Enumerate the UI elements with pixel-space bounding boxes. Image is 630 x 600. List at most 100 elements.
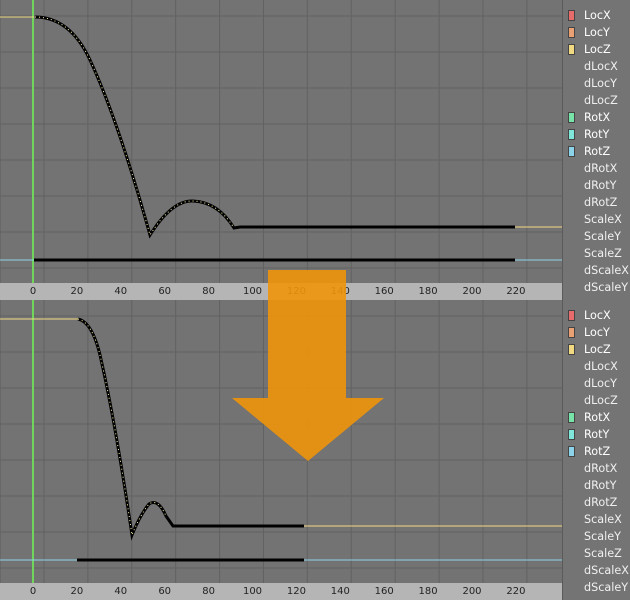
channel-label: dScaleY [584, 581, 629, 594]
channel-label: dRotX [584, 462, 618, 475]
ruler-tick-0: 0 [29, 286, 37, 297]
channel-locx[interactable]: LocX [563, 308, 630, 324]
channel-label: ScaleX [584, 213, 622, 226]
channel-scalez[interactable]: ScaleZ [563, 246, 630, 262]
channel-color-swatch[interactable] [568, 112, 575, 123]
ruler-tick-40: 40 [114, 286, 128, 297]
channel-label: ScaleZ [584, 547, 622, 560]
channel-color-swatch[interactable] [568, 310, 575, 321]
channel-label: LocX [584, 309, 611, 322]
channel-label: dLocZ [584, 394, 618, 407]
ruler-tick-60: 60 [158, 286, 172, 297]
grid [0, 300, 562, 583]
channel-color-swatch[interactable] [568, 146, 575, 157]
channel-drotz[interactable]: dRotZ [563, 195, 630, 211]
channel-scalex[interactable]: ScaleX [563, 512, 630, 528]
ruler-tick-100: 100 [242, 286, 263, 297]
channel-dscaley[interactable]: dScaleY [563, 580, 630, 596]
channel-dlocy[interactable]: dLocY [563, 76, 630, 92]
channel-label: RotY [584, 428, 610, 441]
channel-dscalex[interactable]: dScaleX [563, 563, 630, 579]
channel-label: dLocX [584, 360, 618, 373]
ruler-tick-180: 180 [418, 586, 438, 597]
locz-curve[interactable] [34, 15, 515, 239]
ruler-tick-200: 200 [462, 286, 482, 297]
ruler-tick-20: 20 [70, 586, 84, 597]
channel-color-swatch[interactable] [568, 44, 575, 55]
channel-label: dLocX [584, 60, 618, 73]
channel-label: dRotX [584, 162, 618, 175]
channel-locz[interactable]: LocZ [563, 42, 630, 58]
channel-droty[interactable]: dRotY [563, 178, 630, 194]
channel-dlocy[interactable]: dLocY [563, 376, 630, 392]
channel-label: LocY [584, 26, 610, 39]
curve-graph-top[interactable] [0, 0, 562, 300]
channel-locx[interactable]: LocX [563, 8, 630, 24]
channel-dscalex[interactable]: dScaleX [563, 263, 630, 279]
channel-label: dLocZ [584, 94, 618, 107]
channel-scaley[interactable]: ScaleY [563, 529, 630, 545]
channel-dlocx[interactable]: dLocX [563, 359, 630, 375]
channel-scalex[interactable]: ScaleX [563, 212, 630, 228]
channel-color-swatch[interactable] [568, 412, 575, 423]
channel-color-swatch[interactable] [568, 344, 575, 355]
ruler-tick-140: 140 [330, 286, 350, 297]
channel-color-swatch[interactable] [568, 429, 575, 440]
curve-canvas-bottom[interactable] [0, 300, 562, 600]
channel-drotz[interactable]: dRotZ [563, 495, 630, 511]
frame-ruler-bottom[interactable]: 0 20 40 60 80 100 120 140 160 180 200 220 [0, 583, 562, 600]
ruler-tick-0: 0 [29, 586, 37, 597]
channel-droty[interactable]: dRotY [563, 478, 630, 494]
channel-locy[interactable]: LocY [563, 325, 630, 341]
channel-locy[interactable]: LocY [563, 25, 630, 41]
channel-label: dLocY [584, 377, 617, 390]
channel-label: dScaleX [584, 264, 629, 277]
channel-rotz[interactable]: RotZ [563, 444, 630, 460]
curve-canvas-top[interactable] [0, 0, 562, 300]
channel-dlocz[interactable]: dLocZ [563, 93, 630, 109]
channel-label: dRotZ [584, 496, 618, 509]
channel-rotz[interactable]: RotZ [563, 144, 630, 160]
ruler-tick-100: 100 [242, 586, 263, 597]
ipo-editor-bottom: 0 20 40 60 80 100 120 140 160 180 200 220 LocX LocY L… [0, 300, 630, 600]
channel-label: dRotY [584, 179, 617, 192]
curve-graph-bottom[interactable] [0, 300, 562, 600]
channel-dlocz[interactable]: dLocZ [563, 393, 630, 409]
channel-dlocx[interactable]: dLocX [563, 59, 630, 75]
ruler-tick-180: 180 [418, 286, 438, 297]
channel-label: ScaleX [584, 513, 622, 526]
channel-color-swatch[interactable] [568, 327, 575, 338]
channel-color-swatch[interactable] [568, 27, 575, 38]
ruler-tick-80: 80 [202, 586, 215, 597]
ruler-tick-120: 120 [286, 586, 306, 597]
ruler-tick-160: 160 [374, 286, 394, 297]
channel-color-swatch[interactable] [568, 10, 575, 21]
ruler-tick-80: 80 [202, 286, 215, 297]
channel-drotx[interactable]: dRotX [563, 161, 630, 177]
channel-rotx[interactable]: RotX [563, 110, 630, 126]
channel-label: dRotZ [584, 196, 618, 209]
channel-list-top: LocX LocY LocZ dLocX dLocY dLocZ RotX RotY RotZ d… [562, 0, 630, 300]
channel-roty[interactable]: RotY [563, 427, 630, 443]
channel-locz[interactable]: LocZ [563, 342, 630, 358]
channel-color-swatch[interactable] [568, 446, 575, 457]
channel-label: LocZ [584, 43, 611, 56]
grid [0, 0, 562, 283]
channel-dscaley[interactable]: dScaleY [563, 280, 630, 296]
channel-label: ScaleY [584, 230, 621, 243]
channel-scalez[interactable]: ScaleZ [563, 546, 630, 562]
channel-color-swatch[interactable] [568, 129, 575, 140]
locz-curve[interactable] [77, 317, 304, 541]
ruler-tick-220: 220 [506, 286, 526, 297]
channel-roty[interactable]: RotY [563, 127, 630, 143]
ruler-tick-220: 220 [506, 586, 526, 597]
ipo-editor-top: 0 20 40 60 80 100 120 140 160 180 200 220 LocX LocY L… [0, 0, 630, 300]
channel-scaley[interactable]: ScaleY [563, 229, 630, 245]
ruler-tick-200: 200 [462, 586, 482, 597]
channel-label: dScaleX [584, 564, 629, 577]
frame-ruler-top[interactable]: 0 20 40 60 80 100 120 140 160 180 200 220 [0, 283, 562, 300]
channel-label: RotZ [584, 145, 611, 158]
ruler-tick-60: 60 [158, 586, 172, 597]
channel-drotx[interactable]: dRotX [563, 461, 630, 477]
channel-rotx[interactable]: RotX [563, 410, 630, 426]
